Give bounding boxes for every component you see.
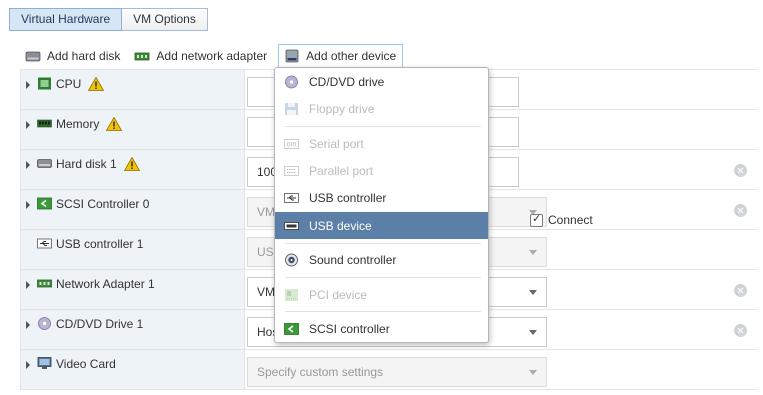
menu-item-scsi-controller[interactable]: SCSI controller xyxy=(275,315,488,342)
menu-item-pci-device: PCI device xyxy=(275,281,488,308)
menu-item-cd-dvd-drive[interactable]: CD/DVD drive xyxy=(275,68,488,95)
usb-icon xyxy=(284,192,299,203)
serial-port-icon: 0I0 xyxy=(284,138,299,149)
scsi-controller-icon xyxy=(284,322,299,335)
device-label-cell: SCSI Controller 0 xyxy=(21,190,245,229)
tab-vm-options[interactable]: VM Options xyxy=(122,8,208,31)
expand-caret[interactable] xyxy=(26,281,30,289)
menu-item-usb-device[interactable]: USB device xyxy=(275,212,488,239)
remove-device-icon[interactable] xyxy=(734,164,747,177)
menu-item-label: USB controller xyxy=(309,190,387,205)
warning-icon xyxy=(106,117,123,131)
device-label-cell: CD/DVD Drive 1 xyxy=(21,310,245,349)
other-device-icon xyxy=(285,49,299,63)
menu-item-floppy-drive: Floppy drive xyxy=(275,95,488,122)
menu-item-label: Sound controller xyxy=(309,252,397,267)
expand-caret[interactable] xyxy=(26,201,30,209)
svg-text:0I0: 0I0 xyxy=(287,141,297,148)
menu-item-label: Floppy drive xyxy=(309,101,375,116)
chevron-down-icon xyxy=(529,370,537,375)
device-label-cpu: CPU xyxy=(56,77,82,91)
network-adapter-icon xyxy=(37,279,52,288)
memory-icon xyxy=(37,119,52,128)
add-hard-disk-label: Add hard disk xyxy=(47,49,121,63)
network-adapter-icon xyxy=(134,52,150,61)
chevron-down-icon xyxy=(529,330,537,335)
cd-dvd-icon xyxy=(285,75,298,88)
toolbar: Add hard disk Add network adapter Add ot… xyxy=(22,44,408,68)
device-label-cell: Network Adapter 1 xyxy=(21,270,245,309)
scsi-controller-icon xyxy=(37,197,52,210)
menu-separator xyxy=(285,126,481,127)
video-card-select[interactable]: Specify custom settings xyxy=(247,357,547,387)
menu-separator xyxy=(285,311,481,312)
pci-icon xyxy=(285,288,298,301)
menu-item-sound-controller[interactable]: Sound controller xyxy=(275,246,488,273)
menu-item-label: Serial port xyxy=(309,136,364,151)
add-hard-disk-button[interactable]: Add hard disk xyxy=(22,44,126,68)
device-label-cell: USB controller 1 xyxy=(21,230,245,269)
expand-caret[interactable] xyxy=(26,161,30,169)
device-label-cd-dvd: CD/DVD Drive 1 xyxy=(56,317,144,331)
usb-icon xyxy=(37,238,52,249)
remove-device-icon[interactable] xyxy=(734,324,747,337)
remove-device-icon[interactable] xyxy=(734,204,747,217)
menu-item-label: SCSI controller xyxy=(309,321,390,336)
add-other-device-button[interactable]: Add other device xyxy=(278,44,404,68)
warning-icon xyxy=(123,157,140,171)
device-label-usb-controller: USB controller 1 xyxy=(56,237,144,251)
warning-icon xyxy=(88,77,105,91)
menu-item-label: USB device xyxy=(309,218,372,233)
menu-item-parallel-port: Parallel port xyxy=(275,157,488,184)
expand-caret[interactable] xyxy=(26,361,30,369)
menu-separator xyxy=(285,277,481,278)
expand-caret[interactable] xyxy=(26,121,30,129)
cpu-icon xyxy=(38,77,51,90)
tab-bar: Virtual Hardware VM Options xyxy=(9,8,208,31)
sound-icon xyxy=(285,253,298,266)
device-label-memory: Memory xyxy=(56,117,100,131)
cd-dvd-icon xyxy=(38,317,51,330)
device-label-hard-disk: Hard disk 1 xyxy=(56,157,117,171)
device-label-scsi-controller: SCSI Controller 0 xyxy=(56,197,150,211)
connect-label: Connect xyxy=(548,213,593,227)
hard-disk-icon xyxy=(37,159,52,168)
network-adapter-select-value: VM xyxy=(257,285,275,299)
device-row-video-card: Video Card Specify custom settings xyxy=(21,350,757,390)
parallel-port-icon xyxy=(284,165,299,176)
device-label-cell: CPU xyxy=(21,70,245,109)
device-label-video-card: Video Card xyxy=(56,357,116,371)
usb-controller-select-value: US xyxy=(257,245,274,259)
device-label-cell: Memory xyxy=(21,110,245,149)
menu-item-label: Parallel port xyxy=(309,163,374,178)
device-label-cell: Video Card xyxy=(21,350,245,389)
menu-separator xyxy=(285,243,481,244)
menu-item-label: PCI device xyxy=(309,287,368,302)
expand-caret[interactable] xyxy=(26,321,30,329)
connect-checkbox[interactable] xyxy=(530,212,543,227)
network-connect: Connect xyxy=(530,212,593,227)
video-card-select-value: Specify custom settings xyxy=(257,365,384,379)
chevron-down-icon xyxy=(529,290,537,295)
tab-virtual-hardware[interactable]: Virtual Hardware xyxy=(9,8,123,31)
chevron-down-icon xyxy=(529,250,537,255)
expand-caret[interactable] xyxy=(26,81,30,89)
floppy-icon xyxy=(285,102,298,115)
remove-device-icon[interactable] xyxy=(734,284,747,297)
add-other-device-label: Add other device xyxy=(306,49,397,63)
add-other-device-menu: CD/DVD drive Floppy drive 0I0 Serial por… xyxy=(274,67,489,343)
scsi-controller-select-value: VM xyxy=(257,205,275,219)
video-card-icon xyxy=(37,357,52,369)
menu-item-label: CD/DVD drive xyxy=(309,74,385,89)
device-label-network-adapter: Network Adapter 1 xyxy=(56,277,155,291)
hard-disk-icon xyxy=(25,51,41,62)
usb-device-icon xyxy=(284,221,299,230)
device-label-cell: Hard disk 1 xyxy=(21,150,245,189)
add-network-adapter-label: Add network adapter xyxy=(156,49,268,63)
menu-item-usb-controller[interactable]: USB controller xyxy=(275,184,488,211)
menu-item-serial-port: 0I0 Serial port xyxy=(275,130,488,157)
add-network-adapter-button[interactable]: Add network adapter xyxy=(131,44,273,68)
